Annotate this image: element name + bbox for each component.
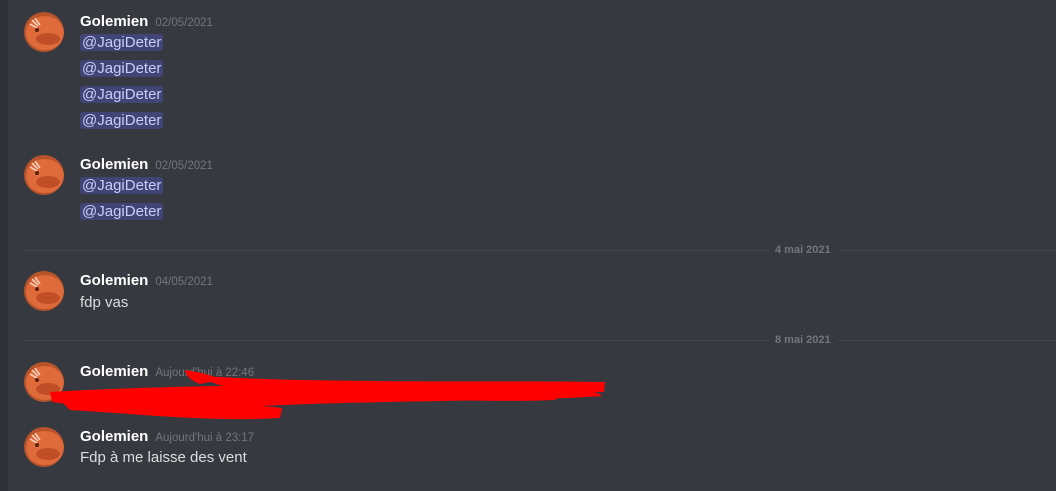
user-mention[interactable]: @JagiDeter — [80, 177, 164, 194]
user-mention[interactable]: @JagiDeter — [80, 112, 164, 129]
author-name[interactable]: Golemien — [80, 13, 148, 30]
chat-messages: Golemien 02/05/2021 @JagiDeter @JagiDeter… — [0, 0, 1056, 491]
author-name[interactable]: Golemien — [80, 272, 148, 289]
message-header: Golemien Aujourd'hui à 22:46 — [80, 362, 254, 382]
divider-rule — [24, 250, 1056, 251]
avatar[interactable] — [24, 12, 64, 52]
date-divider: 8 mai 2021 — [24, 333, 1056, 347]
divider-label: 8 mai 2021 — [769, 333, 837, 347]
timestamp: Aujourd'hui à 22:46 — [155, 367, 255, 379]
message-header: Golemien 02/05/2021 — [80, 12, 213, 32]
message-header: Golemien Aujourd'hui à 23:17 — [80, 427, 254, 447]
timestamp: 04/05/2021 — [155, 276, 213, 288]
author-name[interactable]: Golemien — [80, 363, 148, 380]
date-divider: 4 mai 2021 — [24, 243, 1056, 257]
timestamp: 02/05/2021 — [155, 160, 213, 172]
avatar[interactable] — [24, 427, 64, 467]
avatar-image — [24, 362, 64, 402]
avatar[interactable] — [24, 155, 64, 195]
timestamp: 02/05/2021 — [155, 17, 213, 29]
author-name[interactable]: Golemien — [80, 156, 148, 173]
avatar-image — [24, 155, 64, 195]
message-line: @JagiDeter — [80, 201, 164, 223]
message-header: Golemien 04/05/2021 — [80, 271, 213, 291]
user-mention[interactable]: @JagiDeter — [80, 86, 164, 103]
channel-edge — [0, 0, 8, 491]
avatar[interactable] — [24, 362, 64, 402]
avatar-image — [24, 12, 64, 52]
message-line: @JagiDeter — [80, 110, 164, 132]
author-name[interactable]: Golemien — [80, 428, 148, 445]
user-mention[interactable]: @JagiDeter — [80, 60, 164, 77]
message-line: @JagiDeter — [80, 58, 164, 80]
avatar-image — [24, 271, 64, 311]
divider-rule — [24, 340, 1056, 341]
user-mention[interactable]: @JagiDeter — [80, 203, 164, 220]
user-mention[interactable]: @JagiDeter — [80, 34, 164, 51]
message-text: Fdp à me laisse des vent — [80, 449, 247, 466]
timestamp: Aujourd'hui à 23:17 — [155, 432, 255, 444]
avatar-image — [24, 427, 64, 467]
message-line: @JagiDeter — [80, 175, 164, 197]
message-header: Golemien 02/05/2021 — [80, 155, 213, 175]
message-line: @JagiDeter — [80, 84, 164, 106]
divider-label: 4 mai 2021 — [769, 243, 837, 257]
message-line: @JagiDeter — [80, 32, 164, 54]
message-text: fdp vas — [80, 294, 129, 311]
avatar[interactable] — [24, 271, 64, 311]
